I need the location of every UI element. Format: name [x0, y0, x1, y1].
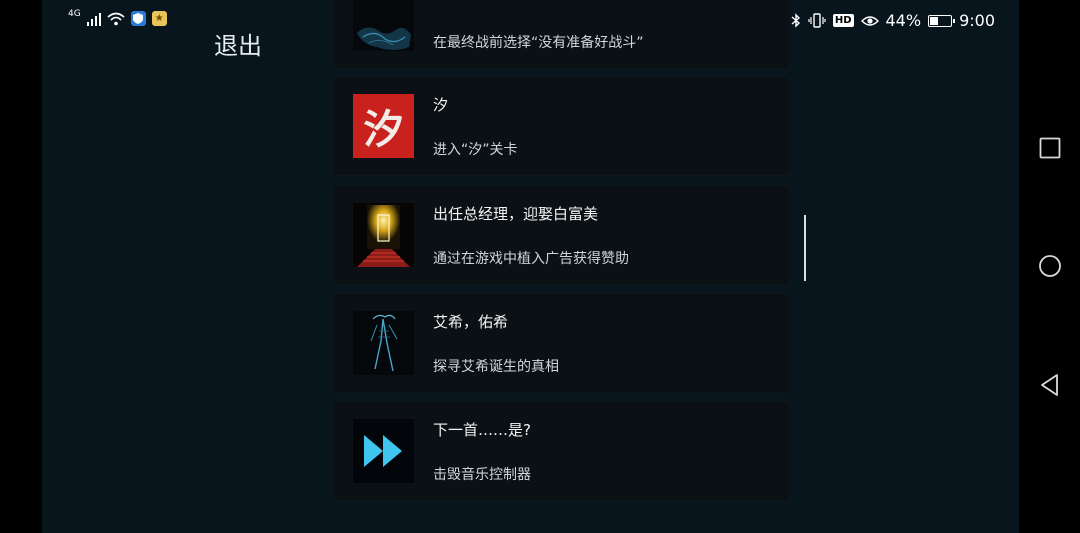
achievement-title: 下一首……是?: [433, 421, 531, 439]
network-type: 4G: [68, 8, 81, 19]
signal-icon: [86, 12, 101, 26]
achievement-desc: 在最终战前选择“没有准备好战斗”: [433, 35, 644, 51]
exit-button[interactable]: 退出: [214, 26, 262, 61]
shield-app-icon: [130, 11, 146, 26]
battery-percent: 44%: [885, 11, 922, 30]
bluetooth-icon: [791, 13, 800, 28]
screen-edge: [0, 0, 42, 533]
achievement-desc: 通过在游戏中植入广告获得赞助: [433, 251, 629, 267]
achievement-item[interactable]: 在最终战前选择“没有准备好战斗”: [333, 0, 789, 68]
blue-ink-icon: [353, 0, 414, 51]
achievement-desc: 击毁音乐控制器: [433, 467, 531, 483]
achievement-desc: 探寻艾希诞生的真相: [433, 359, 559, 375]
xi-character-icon: 汐: [353, 94, 414, 158]
back-icon[interactable]: [1037, 372, 1063, 398]
skeletal-figure-icon: [353, 311, 414, 375]
vibrate-icon: [808, 13, 826, 28]
achievement-title: 汐: [433, 96, 449, 114]
achievement-desc: 进入“汐”关卡: [433, 142, 518, 158]
clock: 9:00: [959, 11, 995, 30]
achievement-item[interactable]: 汐 汐 进入“汐”关卡: [333, 77, 789, 175]
achievement-title: 艾希，佑希: [433, 313, 509, 331]
home-icon[interactable]: [1037, 253, 1063, 279]
navigation-bar: [1019, 0, 1080, 533]
achievement-item[interactable]: 出任总经理，迎娶白富美 通过在游戏中植入广告获得赞助: [333, 186, 789, 284]
scrollbar[interactable]: [804, 215, 806, 281]
battery-icon: [928, 14, 956, 27]
eye-comfort-icon: [860, 15, 879, 26]
fast-forward-icon: [353, 419, 414, 483]
achievement-item[interactable]: 下一首……是? 击毁音乐控制器: [333, 402, 789, 500]
hd-icon: HD: [832, 14, 854, 27]
wifi-icon: [107, 12, 125, 25]
star-app-icon: ★: [151, 11, 167, 26]
golden-door-icon: [353, 203, 414, 267]
achievement-item[interactable]: 艾希，佑希 探寻艾希诞生的真相: [333, 294, 789, 392]
recent-apps-icon[interactable]: [1037, 135, 1063, 161]
achievement-title: 出任总经理，迎娶白富美: [433, 205, 599, 223]
